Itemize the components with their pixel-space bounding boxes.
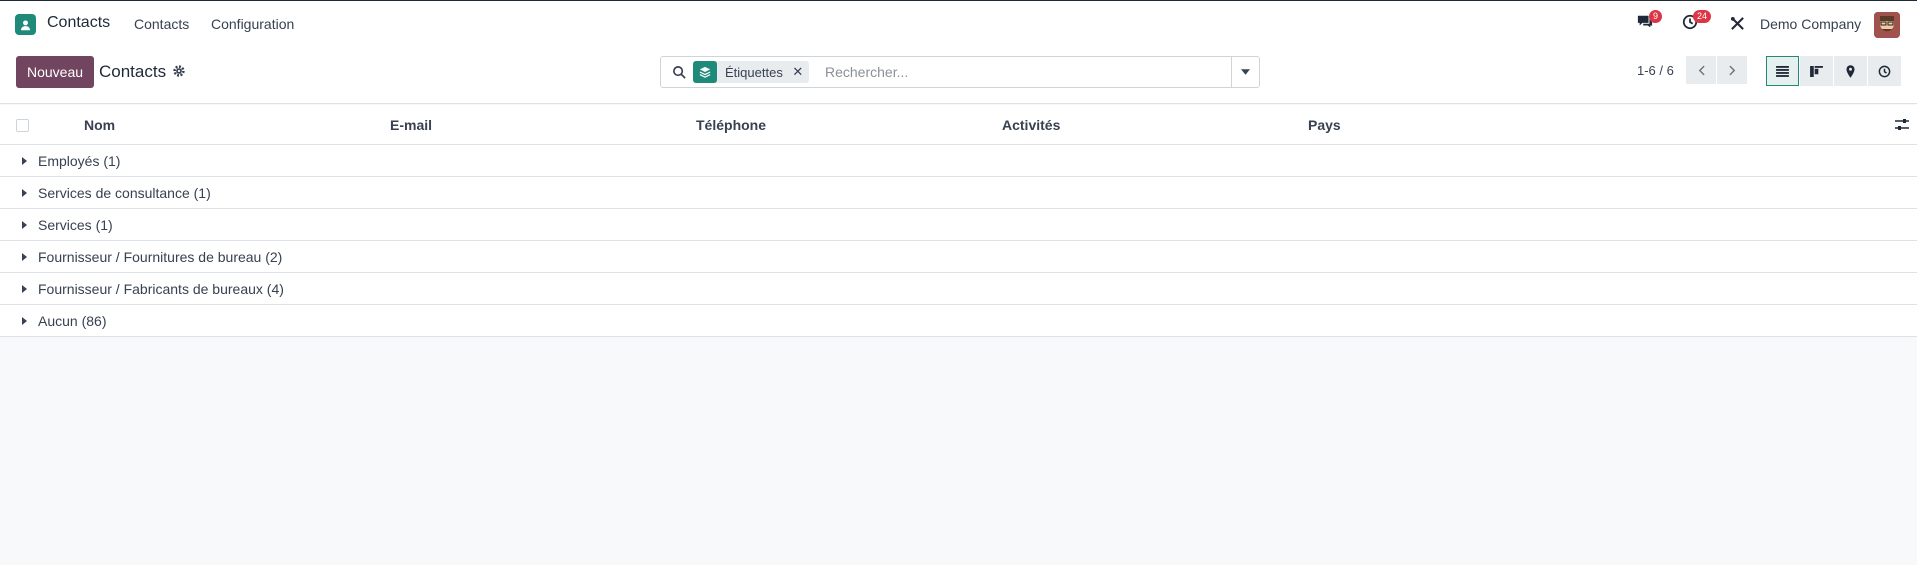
caret-right-icon <box>22 189 27 197</box>
column-header-phone[interactable]: Téléphone <box>696 117 766 133</box>
column-header-country[interactable]: Pays <box>1308 117 1341 133</box>
contacts-app-icon[interactable] <box>15 14 36 35</box>
avatar-image-icon <box>1874 12 1900 38</box>
caret-right-icon <box>22 157 27 165</box>
debug-tools-button[interactable] <box>1730 16 1746 32</box>
messages-badge: 9 <box>1649 10 1663 23</box>
group-row[interactable]: Services (1) <box>0 209 1917 241</box>
messages-button[interactable]: 9 <box>1636 10 1663 34</box>
caret-right-icon <box>22 253 27 261</box>
group-row[interactable]: Fournisseur / Fournitures de bureau (2) <box>0 241 1917 273</box>
column-header-name[interactable]: Nom <box>84 117 115 133</box>
group-label: Services (1) <box>38 217 113 233</box>
pager-value[interactable]: 1-6 / 6 <box>1637 63 1674 78</box>
caret-down-icon <box>1241 69 1250 75</box>
search-options-toggle[interactable] <box>1231 57 1259 87</box>
list-header: Nom E-mail Téléphone Activités Pays <box>0 105 1917 145</box>
group-row[interactable]: Services de consultance (1) <box>0 177 1917 209</box>
activities-badge: 24 <box>1693 10 1712 23</box>
view-activity-button[interactable] <box>1868 56 1901 86</box>
pager-previous-button[interactable] <box>1686 56 1716 84</box>
gear-icon[interactable] <box>172 64 186 78</box>
pager-next-button[interactable] <box>1717 56 1747 84</box>
list-view-icon <box>1776 65 1789 77</box>
group-row[interactable]: Employés (1) <box>0 145 1917 177</box>
company-switcher[interactable]: Demo Company <box>1760 16 1861 32</box>
view-kanban-button[interactable] <box>1800 56 1833 86</box>
person-icon <box>21 20 30 31</box>
app-name[interactable]: Contacts <box>47 14 110 32</box>
group-row[interactable]: Fournisseur / Fabricants de bureaux (4) <box>0 273 1917 305</box>
column-header-activities[interactable]: Activités <box>1002 117 1060 133</box>
group-label: Services de consultance (1) <box>38 185 211 201</box>
control-panel: Nouveau Contacts Étiquettes ✕ 1-6 / 6 <box>0 46 1917 104</box>
top-navbar: Contacts Contacts Configuration 9 24 Dem… <box>0 0 1917 46</box>
column-header-email[interactable]: E-mail <box>390 117 432 133</box>
close-icon[interactable]: ✕ <box>791 64 809 80</box>
search-input[interactable] <box>825 62 1205 82</box>
view-list-button[interactable] <box>1766 56 1799 86</box>
group-label: Employés (1) <box>38 153 121 169</box>
new-button[interactable]: Nouveau <box>16 56 95 88</box>
group-label: Fournisseur / Fournitures de bureau (2) <box>38 249 283 265</box>
layers-icon <box>693 61 717 83</box>
contacts-list: Nom E-mail Téléphone Activités Pays Empl… <box>0 105 1917 337</box>
clock-icon <box>1878 65 1891 77</box>
facet-label: Étiquettes <box>725 64 783 80</box>
group-label: Aucun (86) <box>38 313 107 329</box>
kanban-view-icon <box>1810 65 1823 77</box>
chevron-right-icon <box>1728 65 1735 75</box>
search-facet[interactable]: Étiquettes ✕ <box>693 61 809 83</box>
select-all-checkbox[interactable] <box>16 119 29 132</box>
tools-icon <box>1730 16 1744 30</box>
search-bar[interactable]: Étiquettes ✕ <box>660 56 1260 88</box>
group-row[interactable]: Aucun (86) <box>0 305 1917 337</box>
caret-right-icon <box>22 285 27 293</box>
menu-item-contacts[interactable]: Contacts <box>134 16 189 32</box>
view-map-button[interactable] <box>1834 56 1867 86</box>
map-pin-icon <box>1846 64 1855 78</box>
page-title: Contacts <box>99 62 167 81</box>
search-icon[interactable] <box>672 65 687 80</box>
menu-item-configuration[interactable]: Configuration <box>211 16 294 32</box>
user-avatar[interactable] <box>1874 12 1900 38</box>
caret-right-icon <box>22 317 27 325</box>
group-label: Fournisseur / Fabricants de bureaux (4) <box>38 281 284 297</box>
caret-right-icon <box>22 221 27 229</box>
chevron-left-icon <box>1698 65 1705 75</box>
sliders-icon[interactable] <box>1894 117 1910 133</box>
activities-button[interactable]: 24 <box>1682 10 1712 34</box>
